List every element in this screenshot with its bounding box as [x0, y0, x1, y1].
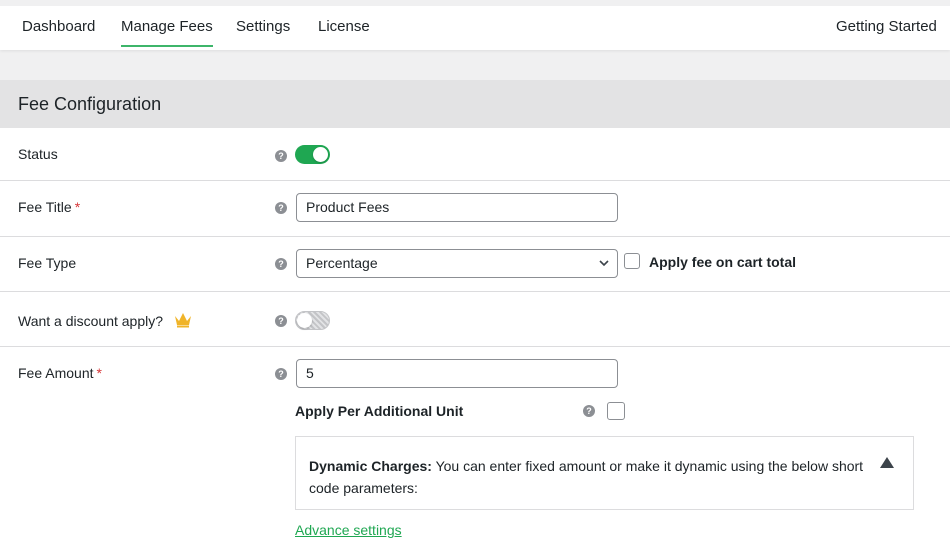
panel-header: Fee Configuration: [0, 80, 950, 128]
toggle-knob: [297, 313, 312, 328]
fee-type-label: Fee Type: [18, 255, 77, 271]
toggle-knob: [313, 147, 328, 162]
required-mark: *: [96, 365, 102, 381]
discount-row: Want a discount apply? ?: [0, 292, 950, 347]
nav-getting-started[interactable]: Getting Started: [836, 18, 937, 35]
collapse-triangle-icon[interactable]: [880, 457, 894, 468]
question-circle-icon[interactable]: ?: [275, 258, 287, 270]
nav-dashboard[interactable]: Dashboard: [22, 18, 95, 35]
question-circle-icon[interactable]: ?: [275, 202, 287, 214]
crown-icon: [175, 313, 191, 328]
panel-title: Fee Configuration: [18, 94, 162, 114]
per-unit-checkbox[interactable]: [607, 402, 625, 420]
nav-settings[interactable]: Settings: [236, 18, 290, 35]
advance-settings-link[interactable]: Advance settings: [295, 522, 402, 538]
question-circle-icon[interactable]: ?: [583, 405, 595, 417]
fee-title-row: Fee Title * ? Product Fees: [0, 181, 950, 237]
required-mark: *: [74, 199, 81, 215]
discount-label: Want a discount apply?: [18, 313, 164, 329]
question-circle-icon[interactable]: ?: [275, 150, 287, 162]
status-label: Status: [18, 146, 58, 162]
discount-toggle[interactable]: [295, 311, 330, 330]
top-navigation: Dashboard Manage Fees Settings License G…: [0, 0, 950, 50]
status-row: Status ?: [0, 128, 950, 181]
fee-amount-label: Fee Amount *: [18, 365, 102, 381]
dynamic-charges-heading: Dynamic Charges:: [309, 458, 432, 474]
nav-license[interactable]: License: [318, 18, 370, 35]
fee-type-row: Fee Type ? Percentage Apply fee on cart …: [0, 237, 950, 292]
fee-type-select[interactable]: Percentage: [296, 249, 618, 278]
chevron-down-icon: [599, 260, 609, 267]
per-unit-label: Apply Per Additional Unit: [295, 403, 464, 419]
question-circle-icon[interactable]: ?: [275, 368, 287, 380]
question-circle-icon[interactable]: ?: [275, 315, 287, 327]
fee-amount-input[interactable]: 5: [296, 359, 618, 388]
fee-type-selected-value: Percentage: [306, 255, 378, 271]
fee-configuration-panel: Fee Configuration Status ? Fee Title * ? …: [0, 80, 950, 548]
nav-manage-fees[interactable]: Manage Fees: [121, 18, 213, 47]
dynamic-charges-box: Dynamic Charges: You can enter fixed amo…: [295, 436, 914, 510]
apply-cart-total-checkbox[interactable]: [624, 253, 640, 269]
fee-title-input[interactable]: Product Fees: [296, 193, 618, 222]
dynamic-charges-text: Dynamic Charges: You can enter fixed amo…: [309, 455, 869, 499]
fee-title-label: Fee Title *: [18, 199, 81, 215]
status-toggle[interactable]: [295, 145, 330, 164]
apply-cart-total-label: Apply fee on cart total: [649, 254, 797, 270]
